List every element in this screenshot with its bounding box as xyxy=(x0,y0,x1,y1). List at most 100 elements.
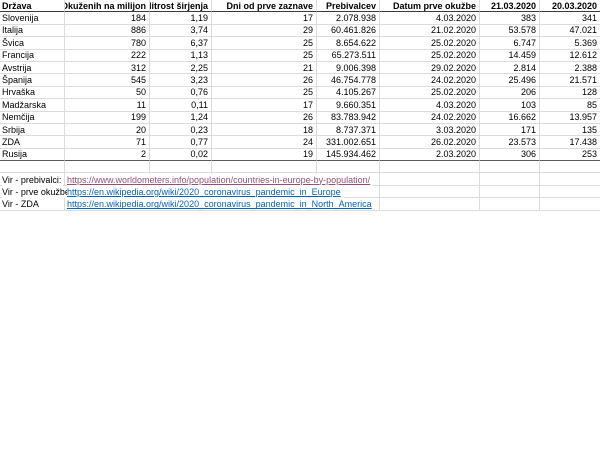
source-label: Vir - prebivalci: xyxy=(2,174,63,186)
spread-rate-cell: 1,13 xyxy=(150,50,212,62)
source-link-wikipedia-europe[interactable]: https://en.wikipedia.org/wiki/2020_coron… xyxy=(67,186,344,198)
spread-rate-cell: 3,23 xyxy=(150,74,212,86)
population-cell: 9.006.398 xyxy=(317,62,380,74)
spread-rate-cell: 0,02 xyxy=(150,149,212,161)
first-infection-date-cell: 24.02.2020 xyxy=(380,112,480,124)
days-since-detection-cell: 25 xyxy=(212,50,317,62)
infected-per-million-cell: 199 xyxy=(65,112,150,124)
spread-rate-cell: 0,11 xyxy=(150,99,212,111)
spread-rate-cell: 2,25 xyxy=(150,62,212,74)
first-infection-date-cell: 25.02.2020 xyxy=(380,50,480,62)
country-cell: Nemčija xyxy=(0,112,65,124)
header-days-since-detection: Dni od prve zaznave xyxy=(212,0,317,12)
days-since-detection-cell: 19 xyxy=(212,149,317,161)
days-since-detection-cell: 17 xyxy=(212,99,317,111)
population-cell: 2.078.938 xyxy=(317,12,380,24)
days-since-detection-cell: 25 xyxy=(212,87,317,99)
population-cell: 9.660.351 xyxy=(317,99,380,111)
days-since-detection-cell: 26 xyxy=(212,112,317,124)
cases-20-03-cell: 21.571 xyxy=(540,74,600,86)
country-cell: Avstrija xyxy=(0,62,65,74)
first-infection-date-cell: 3.03.2020 xyxy=(380,124,480,136)
infected-per-million-cell: 886 xyxy=(65,25,150,37)
days-since-detection-cell: 29 xyxy=(212,25,317,37)
source-link-worldometers[interactable]: https://www.worldometers.info/population… xyxy=(67,174,373,186)
cases-20-03-cell: 17.438 xyxy=(540,136,600,148)
cases-21-03-cell: 383 xyxy=(480,12,540,24)
cases-20-03-cell: 5.369 xyxy=(540,37,600,49)
cases-21-03-cell: 306 xyxy=(480,149,540,161)
cases-20-03-cell: 85 xyxy=(540,99,600,111)
days-since-detection-cell: 26 xyxy=(212,74,317,86)
country-cell: Španija xyxy=(0,74,65,86)
population-cell: 65.273.511 xyxy=(317,50,380,62)
empty-cell xyxy=(150,161,212,173)
infected-per-million-cell: 545 xyxy=(65,74,150,86)
header-first-infection-date: Datum prve okužbe xyxy=(380,0,480,12)
country-cell: Slovenija xyxy=(0,12,65,24)
spread-rate-cell: 3,74 xyxy=(150,25,212,37)
country-cell: Srbija xyxy=(0,124,65,136)
country-cell: Italija xyxy=(0,25,65,37)
country-cell: Rusija xyxy=(0,149,65,161)
header-date-21-03: 21.03.2020 xyxy=(480,0,540,12)
cases-21-03-cell: 206 xyxy=(480,87,540,99)
days-since-detection-cell: 24 xyxy=(212,136,317,148)
first-infection-date-cell: 25.02.2020 xyxy=(380,37,480,49)
population-cell: 8.654.622 xyxy=(317,37,380,49)
cases-20-03-cell: 135 xyxy=(540,124,600,136)
source-row-prve-okuzbe: Vir - prve okužbe https://en.wikipedia.o… xyxy=(0,186,600,198)
cases-21-03-cell: 53.578 xyxy=(480,25,540,37)
first-infection-date-cell: 4.03.2020 xyxy=(380,12,480,24)
source-row-zda: Vir - ZDA https://en.wikipedia.org/wiki/… xyxy=(0,198,600,210)
country-cell: ZDA xyxy=(0,136,65,148)
population-cell: 46.754.778 xyxy=(317,74,380,86)
population-cell: 83.783.942 xyxy=(317,112,380,124)
empty-cell xyxy=(317,161,380,173)
country-cell: Hrvaška xyxy=(0,87,65,99)
cases-20-03-cell: 128 xyxy=(540,87,600,99)
days-since-detection-cell: 18 xyxy=(212,124,317,136)
cases-21-03-cell: 2.814 xyxy=(480,62,540,74)
infected-per-million-cell: 2 xyxy=(65,149,150,161)
source-row-prebivalci: Vir - prebivalci: https://www.worldomete… xyxy=(0,174,600,186)
first-infection-date-cell: 26.02.2020 xyxy=(380,136,480,148)
cases-21-03-cell: 6.747 xyxy=(480,37,540,49)
infected-per-million-cell: 780 xyxy=(65,37,150,49)
empty-cell xyxy=(540,161,600,173)
first-infection-date-cell: 4.03.2020 xyxy=(380,99,480,111)
cases-20-03-cell: 253 xyxy=(540,149,600,161)
cases-21-03-cell: 25.496 xyxy=(480,74,540,86)
first-infection-date-cell: 2.03.2020 xyxy=(380,149,480,161)
cases-21-03-cell: 171 xyxy=(480,124,540,136)
header-spread-rate: Hitrost širjenja xyxy=(150,0,212,12)
cases-21-03-cell: 23.573 xyxy=(480,136,540,148)
cases-20-03-cell: 13.957 xyxy=(540,112,600,124)
first-infection-date-cell: 25.02.2020 xyxy=(380,87,480,99)
infected-per-million-cell: 71 xyxy=(65,136,150,148)
population-cell: 145.934.462 xyxy=(317,149,380,161)
population-cell: 60.461.826 xyxy=(317,25,380,37)
days-since-detection-cell: 17 xyxy=(212,12,317,24)
country-cell: Švica xyxy=(0,37,65,49)
spreadsheet-sheet: Država Okuženih na milijon Hitrost širje… xyxy=(0,0,600,450)
cases-21-03-cell: 103 xyxy=(480,99,540,111)
header-population: Prebivalcev xyxy=(317,0,380,12)
population-cell: 8.737.371 xyxy=(317,124,380,136)
source-link-wikipedia-north-america[interactable]: https://en.wikipedia.org/wiki/2020_coron… xyxy=(67,198,375,210)
spread-rate-cell: 6,37 xyxy=(150,37,212,49)
empty-cell xyxy=(212,161,317,173)
cases-20-03-cell: 47.021 xyxy=(540,25,600,37)
spread-rate-cell: 1,24 xyxy=(150,112,212,124)
country-cell: Francija xyxy=(0,50,65,62)
infected-per-million-cell: 222 xyxy=(65,50,150,62)
empty-cell xyxy=(380,161,480,173)
spread-rate-cell: 0,77 xyxy=(150,136,212,148)
infected-per-million-cell: 20 xyxy=(65,124,150,136)
empty-cell xyxy=(65,161,150,173)
infected-per-million-cell: 11 xyxy=(65,99,150,111)
cases-20-03-cell: 341 xyxy=(540,12,600,24)
source-label: Vir - prve okužbe xyxy=(2,186,72,198)
empty-cell xyxy=(0,161,65,173)
empty-cell xyxy=(480,161,540,173)
